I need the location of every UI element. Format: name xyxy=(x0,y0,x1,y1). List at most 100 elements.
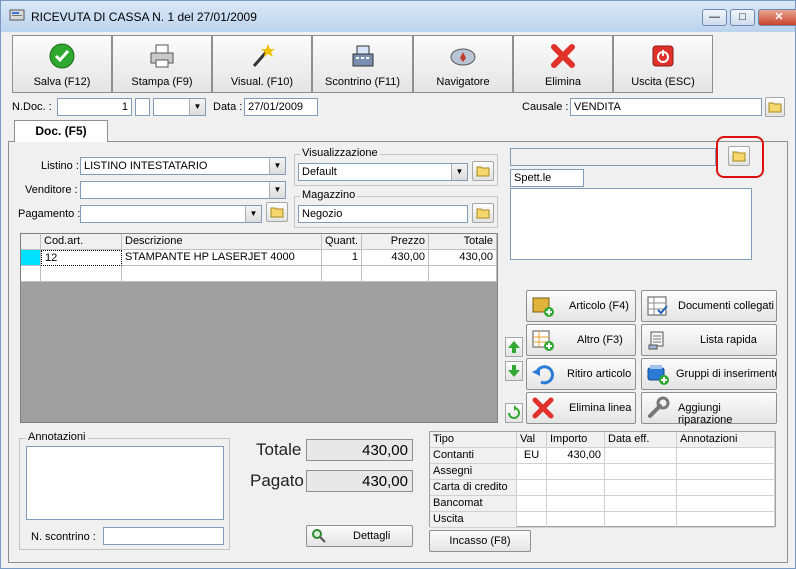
pay-row-val[interactable] xyxy=(517,496,547,512)
pay-row-note[interactable] xyxy=(677,448,775,464)
table-row-empty[interactable] xyxy=(21,266,497,282)
pagamento-combo[interactable]: ▼ xyxy=(80,205,262,223)
listino-value: LISTINO INTESTATARIO xyxy=(84,160,208,172)
gruppi-inserimento-button[interactable]: Gruppi di inserimento xyxy=(641,358,777,390)
move-up-button[interactable] xyxy=(505,337,523,357)
scontrino-label: N. scontrino : xyxy=(31,531,96,543)
refresh-button[interactable] xyxy=(505,403,523,423)
pay-row-importo[interactable] xyxy=(547,480,605,496)
col-cod[interactable]: Cod.art. xyxy=(41,234,122,250)
visualizzazione-combo[interactable]: Default ▼ xyxy=(298,163,468,181)
pay-row-importo[interactable]: 430,00 xyxy=(547,448,605,464)
cell-cod[interactable]: 12 xyxy=(41,250,122,266)
cell-totale[interactable]: 430,00 xyxy=(429,250,497,266)
causale-folder-button[interactable] xyxy=(765,97,785,117)
articolo-button[interactable]: Articolo (F4) xyxy=(526,290,636,322)
incasso-button[interactable]: Incasso (F8) xyxy=(429,530,531,552)
pay-col-tipo[interactable]: Tipo xyxy=(430,432,517,448)
pay-row-importo[interactable] xyxy=(547,464,605,480)
data-input[interactable]: 27/01/2009 xyxy=(244,98,318,116)
arrow-up-icon xyxy=(508,341,520,353)
pay-row-tipo[interactable]: Contanti xyxy=(430,448,517,464)
cell-empty[interactable] xyxy=(322,266,362,282)
cliente-input[interactable] xyxy=(510,148,716,166)
aggiungi-riparazione-button[interactable]: Aggiungi riparazione xyxy=(641,392,777,426)
salva-button[interactable]: Salva (F12) xyxy=(12,35,112,93)
pay-col-data[interactable]: Data eff. xyxy=(605,432,677,448)
minimize-button[interactable]: — xyxy=(702,9,727,26)
altro-button[interactable]: Altro (F3) xyxy=(526,324,636,356)
annotazioni-textarea[interactable] xyxy=(26,446,224,520)
causale-label: Causale : xyxy=(522,101,569,113)
pay-row-val[interactable] xyxy=(517,512,547,528)
pagamento-folder-button[interactable] xyxy=(266,202,288,222)
col-quant[interactable]: Quant. xyxy=(322,234,362,250)
pay-row-data[interactable] xyxy=(605,464,677,480)
scontrino-button[interactable]: Scontrino (F11) xyxy=(312,35,413,93)
ndoc-series-combo[interactable]: ▼ xyxy=(153,98,206,116)
cell-empty[interactable] xyxy=(122,266,322,282)
ndoc-input[interactable]: 1 xyxy=(57,98,132,116)
maximize-button[interactable]: □ xyxy=(730,9,755,26)
magazzino-input[interactable]: Negozio xyxy=(298,205,468,223)
causale-input[interactable]: VENDITA xyxy=(570,98,762,116)
cell-quant[interactable]: 1 xyxy=(322,250,362,266)
tab-doc[interactable]: Doc. (F5) xyxy=(14,120,108,142)
address-textarea[interactable] xyxy=(510,188,752,260)
stampa-button[interactable]: Stampa (F9) xyxy=(112,35,212,93)
pay-row-tipo[interactable]: Carta di credito xyxy=(430,480,517,496)
documenti-collegati-button[interactable]: Documenti collegati xyxy=(641,290,777,322)
red-x-icon xyxy=(532,397,554,419)
col-prezzo[interactable]: Prezzo xyxy=(362,234,429,250)
pay-row-val[interactable]: EU xyxy=(517,448,547,464)
pay-row-tipo[interactable]: Bancomat xyxy=(430,496,517,512)
ndoc-suffix-input[interactable] xyxy=(135,98,150,116)
table-row[interactable]: 12 STAMPANTE HP LASERJET 4000 1 430,00 4… xyxy=(21,250,497,266)
pay-row-note[interactable] xyxy=(677,480,775,496)
pay-row-note[interactable] xyxy=(677,496,775,512)
listino-combo[interactable]: LISTINO INTESTATARIO ▼ xyxy=(80,157,286,175)
visual-button[interactable]: Visual. (F10) xyxy=(212,35,312,93)
pay-row-tipo[interactable]: Assegni xyxy=(430,464,517,480)
pay-row-note[interactable] xyxy=(677,512,775,528)
cell-descrizione[interactable]: STAMPANTE HP LASERJET 4000 xyxy=(122,250,322,266)
pay-row-val[interactable] xyxy=(517,464,547,480)
pay-row-data[interactable] xyxy=(605,496,677,512)
magic-wand-icon xyxy=(252,44,275,67)
close-button[interactable]: ✕ xyxy=(758,9,796,26)
move-down-button[interactable] xyxy=(505,361,523,381)
grid-corner xyxy=(21,234,41,250)
col-totale[interactable]: Totale xyxy=(429,234,497,250)
cell-empty[interactable] xyxy=(41,266,122,282)
pay-col-annotazioni[interactable]: Annotazioni xyxy=(677,432,775,448)
dettagli-button[interactable]: Dettagli xyxy=(306,525,413,547)
cell-empty[interactable] xyxy=(362,266,429,282)
uscita-button[interactable]: Uscita (ESC) xyxy=(613,35,713,93)
pay-row-note[interactable] xyxy=(677,464,775,480)
spett-input[interactable]: Spett.le xyxy=(510,169,584,187)
pay-row-importo[interactable] xyxy=(547,496,605,512)
magazzino-folder-button[interactable] xyxy=(472,203,494,223)
pay-row-data[interactable] xyxy=(605,480,677,496)
elimina-linea-label: Elimina linea xyxy=(569,402,632,414)
pay-row-importo[interactable] xyxy=(547,512,605,528)
elimina-button[interactable]: Elimina xyxy=(513,35,613,93)
pay-col-importo[interactable]: Importo xyxy=(547,432,605,448)
pay-row-val[interactable] xyxy=(517,480,547,496)
cell-prezzo[interactable]: 430,00 xyxy=(362,250,429,266)
col-descrizione[interactable]: Descrizione xyxy=(122,234,322,250)
elimina-linea-button[interactable]: Elimina linea xyxy=(526,392,636,424)
visualizzazione-folder-button[interactable] xyxy=(472,161,494,181)
lista-rapida-button[interactable]: Lista rapida xyxy=(641,324,777,356)
folder-icon xyxy=(476,166,490,177)
pay-row-data[interactable] xyxy=(605,448,677,464)
navigatore-button[interactable]: Navigatore xyxy=(413,35,513,93)
cell-empty[interactable] xyxy=(429,266,497,282)
pay-row-data[interactable] xyxy=(605,512,677,528)
venditore-combo[interactable]: ▼ xyxy=(80,181,286,199)
pay-col-val[interactable]: Val xyxy=(517,432,547,448)
scontrino-input[interactable] xyxy=(103,527,224,545)
wrench-icon xyxy=(648,396,670,418)
ritiro-articolo-button[interactable]: Ritiro articolo xyxy=(526,358,636,390)
pay-row-tipo[interactable]: Uscita xyxy=(430,512,517,528)
